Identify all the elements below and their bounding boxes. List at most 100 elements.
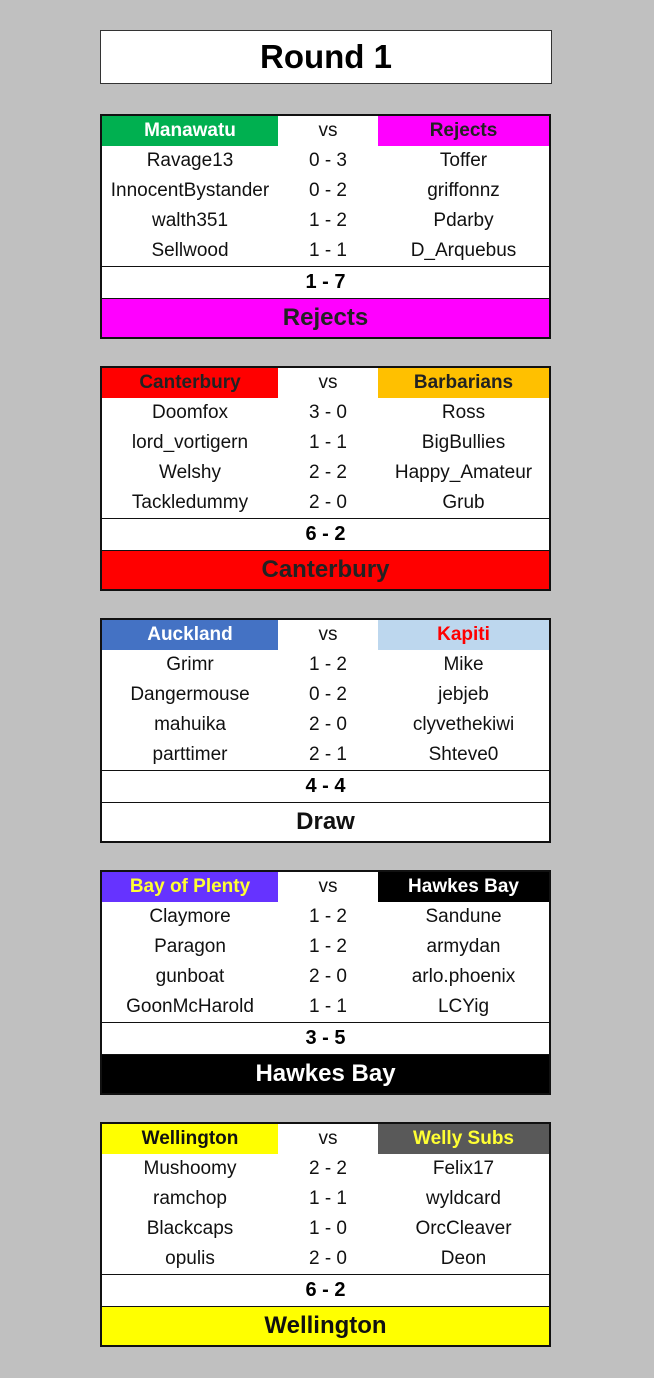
match-card: Bay of Plenty vs Hawkes Bay Claymore 1 -… (100, 870, 551, 1095)
game-row: ramchop 1 - 1 wyldcard (102, 1184, 549, 1214)
home-player: mahuika (154, 714, 226, 735)
game-score: 1 - 1 (308, 240, 348, 261)
game-row: Tackledummy 2 - 0 Grub (102, 488, 549, 518)
home-player: parttimer (152, 744, 228, 765)
home-player: Paragon (154, 936, 226, 957)
total-score: 6 - 2 (102, 1274, 549, 1306)
game-row: Dangermouse 0 - 2 jebjeb (102, 680, 549, 710)
game-row: Grimr 1 - 2 Mike (102, 650, 549, 680)
away-player: Sandune (425, 906, 502, 927)
game-row: mahuika 2 - 0 clyvethekiwi (102, 710, 549, 740)
game-row: lord_vortigern 1 - 1 BigBullies (102, 428, 549, 458)
home-player: gunboat (155, 966, 225, 987)
game-score: 2 - 0 (308, 714, 348, 735)
away-team: Barbarians (378, 368, 549, 398)
match-header: Manawatu vs Rejects (102, 116, 549, 146)
game-score: 1 - 2 (308, 936, 348, 957)
match-card: Wellington vs Welly Subs Mushoomy 2 - 2 … (100, 1122, 551, 1347)
home-player: Mushoomy (143, 1158, 237, 1179)
game-score: 1 - 1 (308, 996, 348, 1017)
game-row: walth351 1 - 2 Pdarby (102, 206, 549, 236)
game-score: 3 - 0 (308, 402, 348, 423)
away-player: LCYig (437, 996, 490, 1017)
vs-label: vs (318, 876, 338, 897)
game-score: 1 - 2 (308, 906, 348, 927)
game-row: Welshy 2 - 2 Happy_Amateur (102, 458, 549, 488)
game-score: 0 - 3 (308, 150, 348, 171)
away-player: armydan (426, 936, 501, 957)
home-team: Bay of Plenty (102, 872, 278, 902)
match-card: Auckland vs Kapiti Grimr 1 - 2 Mike Dang… (100, 618, 551, 843)
game-row: Ravage13 0 - 3 Toffer (102, 146, 549, 176)
home-player: walth351 (151, 210, 229, 231)
away-player: clyvethekiwi (412, 714, 515, 735)
away-player: Felix17 (432, 1158, 495, 1179)
match-header: Wellington vs Welly Subs (102, 1124, 549, 1154)
game-row: Claymore 1 - 2 Sandune (102, 902, 549, 932)
game-row: parttimer 2 - 1 Shteve0 (102, 740, 549, 770)
match-header: Bay of Plenty vs Hawkes Bay (102, 872, 549, 902)
away-team: Rejects (378, 116, 549, 146)
home-player: Welshy (159, 462, 221, 483)
home-player: Grimr (166, 654, 214, 675)
game-row: gunboat 2 - 0 arlo.phoenix (102, 962, 549, 992)
game-row: Sellwood 1 - 1 D_Arquebus (102, 236, 549, 266)
away-player: griffonnz (427, 180, 500, 201)
away-player: BigBullies (421, 432, 506, 453)
game-row: Doomfox 3 - 0 Ross (102, 398, 549, 428)
game-row: InnocentBystander 0 - 2 griffonnz (102, 176, 549, 206)
game-row: Paragon 1 - 2 armydan (102, 932, 549, 962)
match-header: Canterbury vs Barbarians (102, 368, 549, 398)
vs-label: vs (318, 120, 338, 141)
round-title: Round 1 (100, 30, 552, 84)
game-score: 2 - 0 (308, 966, 348, 987)
home-player: GoonMcHarold (126, 996, 254, 1017)
home-team: Wellington (102, 1124, 278, 1154)
home-team: Manawatu (102, 116, 278, 146)
away-team: Welly Subs (378, 1124, 549, 1154)
game-score: 2 - 0 (308, 492, 348, 513)
winner-banner: Hawkes Bay (102, 1054, 549, 1093)
home-team: Auckland (102, 620, 278, 650)
away-player: Ross (441, 402, 486, 423)
game-row: opulis 2 - 0 Deon (102, 1244, 549, 1274)
home-player: opulis (165, 1248, 215, 1269)
total-score: 4 - 4 (102, 770, 549, 802)
game-score: 1 - 0 (308, 1218, 348, 1239)
match-header: Auckland vs Kapiti (102, 620, 549, 650)
game-score: 0 - 2 (308, 180, 348, 201)
away-player: Shteve0 (428, 744, 499, 765)
game-score: 1 - 1 (308, 1188, 348, 1209)
away-player: D_Arquebus (410, 240, 517, 261)
away-player: Mike (443, 654, 484, 675)
total-score: 1 - 7 (102, 266, 549, 298)
away-player: Toffer (439, 150, 488, 171)
home-player: Sellwood (151, 240, 229, 261)
match-card: Manawatu vs Rejects Ravage13 0 - 3 Toffe… (100, 114, 551, 339)
game-score: 1 - 2 (308, 210, 348, 231)
home-player: Claymore (149, 906, 231, 927)
winner-banner: Wellington (102, 1306, 549, 1345)
game-score: 2 - 2 (308, 462, 348, 483)
home-player: ramchop (153, 1188, 227, 1209)
game-score: 1 - 2 (308, 654, 348, 675)
home-player: InnocentBystander (110, 180, 270, 201)
game-row: Mushoomy 2 - 2 Felix17 (102, 1154, 549, 1184)
home-player: Ravage13 (146, 150, 234, 171)
game-row: GoonMcHarold 1 - 1 LCYig (102, 992, 549, 1022)
away-player: Pdarby (433, 210, 494, 231)
home-player: Blackcaps (146, 1218, 234, 1239)
game-score: 1 - 1 (308, 432, 348, 453)
game-score: 0 - 2 (308, 684, 348, 705)
home-player: Doomfox (151, 402, 229, 423)
total-score: 6 - 2 (102, 518, 549, 550)
home-player: Tackledummy (131, 492, 249, 513)
home-player: lord_vortigern (131, 432, 249, 453)
away-player: OrcCleaver (415, 1218, 512, 1239)
vs-label: vs (318, 1128, 338, 1149)
total-score: 3 - 5 (102, 1022, 549, 1054)
home-team: Canterbury (102, 368, 278, 398)
away-team: Kapiti (378, 620, 549, 650)
away-team: Hawkes Bay (378, 872, 549, 902)
away-player: wyldcard (426, 1188, 501, 1209)
